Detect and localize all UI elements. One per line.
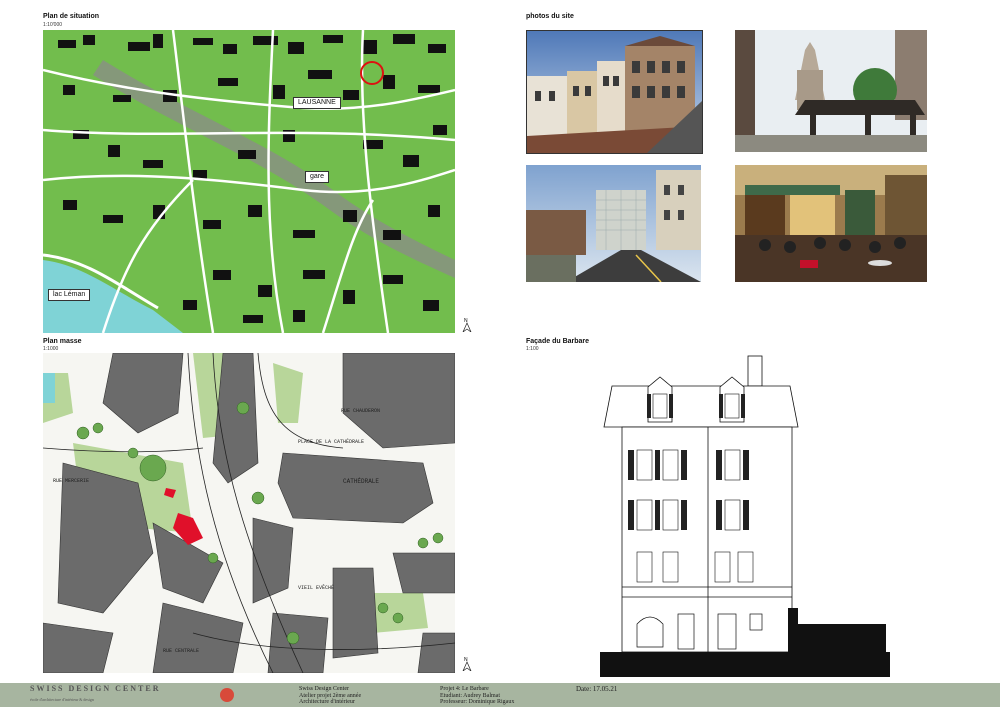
footer-project-3: Professeur: Dominique Rigaux [440, 699, 515, 705]
label-gare: gare [305, 171, 330, 183]
situation-title: Plan de situation [43, 13, 100, 20]
footer-school-3: Architecture d'intérieur [299, 699, 355, 705]
school-logo: SWISS DESIGN CENTER [30, 684, 161, 693]
facade-title: Façade du Barbare [526, 338, 590, 345]
north-arrow-icon: N [462, 316, 472, 334]
label-vieil-eveche: VIEIL EVÊCHÉ [298, 585, 335, 591]
masse-scale: 1:1000 [43, 346, 59, 352]
label-rue-centrale: RUE CENTRALE [163, 648, 200, 654]
situation-scale: 1:10'000 [43, 22, 63, 28]
label-rue-mercerie: RUE MERCERIE [53, 478, 90, 484]
facade-drawing [600, 352, 890, 677]
label-place-cathedrale: PLACE DE LA CATHÉDRALE [298, 439, 365, 445]
photo-cathedral-tower [735, 30, 927, 152]
footer-bar: SWISS DESIGN CENTER école d'architecture… [0, 683, 1000, 707]
swiss-emblem-icon [220, 688, 234, 702]
masse-title: Plan masse [43, 338, 82, 345]
school-logo-sub: école d'architecture d'intérieur & desig… [30, 697, 94, 702]
label-lac: lac Léman [48, 289, 91, 301]
masse-plan: PLACE DE LA CATHÉDRALE CATHÉDRALE RUE CH… [43, 353, 455, 673]
label-rue-chauderon: RUE CHAUDERON [341, 408, 381, 414]
label-lausanne: LAUSANNE [293, 97, 341, 109]
photos-title: photos du site [526, 13, 574, 20]
label-cathedrale: CATHÉDRALE [343, 478, 380, 485]
photo-street-scaffold [526, 165, 701, 282]
facade-scale: 1:100 [526, 346, 539, 352]
photo-cafe-terrace [735, 165, 927, 282]
north-arrow-icon-2: N [462, 655, 472, 673]
photo-old-houses [526, 30, 703, 154]
footer-date: Date: 17.05.21 [576, 685, 618, 693]
situation-map: LAUSANNE gare lac Léman [43, 30, 455, 333]
